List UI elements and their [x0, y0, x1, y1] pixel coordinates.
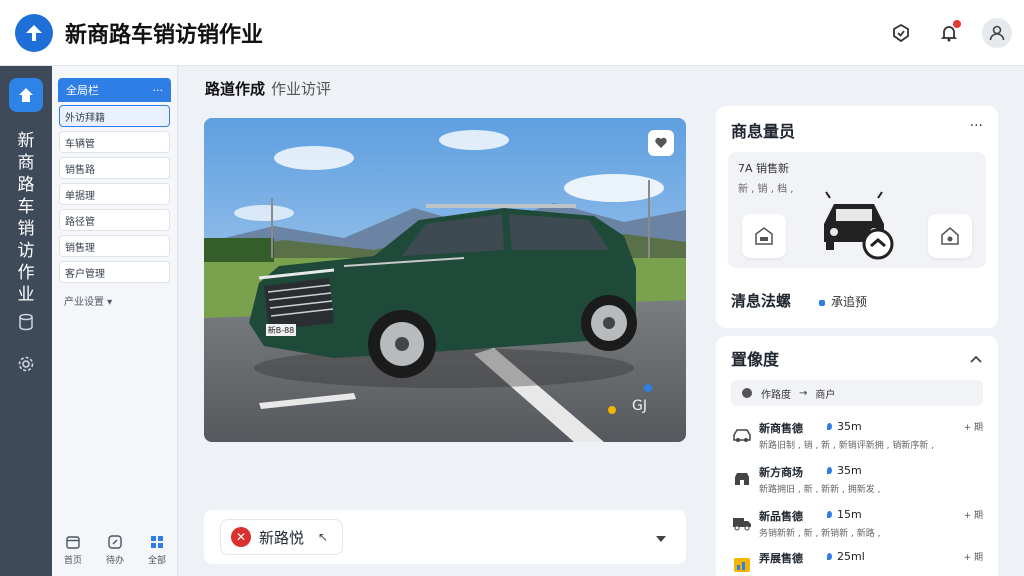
list-item-distance: 15m [827, 508, 862, 521]
page-subtitle: 作业访评 [271, 80, 332, 98]
more-icon[interactable]: ··· [970, 118, 983, 134]
list-item-sub: 新路拥旧 , 新 , 新新 , 拥新发 , [759, 485, 881, 495]
footer-home-label: 首页 [63, 556, 82, 566]
footer-home-button[interactable]: 首页 [64, 534, 82, 566]
car-alert-icon [816, 188, 896, 264]
error-icon: ✕ [231, 527, 251, 547]
list-item-distance: 35m [827, 464, 862, 477]
subnav-item-6[interactable]: 客户管理 [59, 261, 170, 283]
list-item-name: 新品售德 [759, 510, 803, 523]
vehicle-photo[interactable]: 新B-88 GJ [204, 118, 686, 442]
paw-icon[interactable] [928, 214, 972, 258]
list-item-name: 弄展售德 [759, 552, 803, 565]
left-rail: 新商路车销访作业 [0, 66, 52, 576]
notification-dot [953, 20, 961, 28]
truck-icon [731, 512, 753, 534]
chevron-down-icon[interactable] [654, 529, 668, 548]
subnav-item-0[interactable]: 外访拜籍 [59, 105, 170, 127]
store-icon [731, 468, 753, 490]
chevron-up-icon[interactable] [970, 348, 982, 367]
footer-all-button[interactable]: 全部 [148, 534, 166, 566]
heart-icon [655, 137, 667, 148]
route-to: 商户 [815, 389, 836, 401]
subnav-settings-label: 产业设置 [64, 297, 104, 308]
list-item-distance: 25ml [827, 550, 865, 563]
info-card: 商息量员 ··· 7A 销售新 新 , 销 , 档 , 清息法螺 承追预 [716, 106, 998, 328]
subnav-header-label: 全局栏 [66, 84, 99, 97]
vehicle-status-sub: 新 , 销 , 档 , [738, 184, 794, 195]
list-item-sub: 新路旧制 , 销 , 新 , 新销评新拥 , 销新序新 , [759, 441, 935, 451]
database-icon[interactable] [16, 312, 36, 332]
subnav-item-2[interactable]: 销售路 [59, 157, 170, 179]
list-item-name: 新方商场 [759, 466, 803, 479]
list-item-action[interactable]: + 期 [964, 420, 983, 433]
page-title: 路道作成 [205, 80, 266, 98]
rail-vertical-label: 新商路车销访作业 [17, 131, 35, 305]
subnav-item-3[interactable]: 单据理 [59, 183, 170, 205]
vehicle-scene: 新B-88 GJ [204, 118, 686, 442]
app-header: 新商路车销访销作业 [0, 0, 1024, 66]
calendar-icon [66, 536, 80, 549]
car-icon [731, 424, 753, 446]
list-item-name: 新商售德 [759, 422, 803, 435]
status-pill[interactable]: ✕ 新路悦 ↖ [220, 519, 344, 555]
info-footer-label: 清息法螺 [731, 292, 792, 310]
status-bar: ✕ 新路悦 ↖ [204, 510, 686, 564]
shield-check-icon[interactable] [886, 18, 916, 48]
user-avatar-icon[interactable] [982, 18, 1012, 48]
sub-navigation: 全局栏 ··· 外访拜籍 车辆管 销售路 单据理 路径管 销售理 客户管理 产业… [52, 66, 178, 576]
route-arrow: → [799, 387, 808, 399]
subnav-item-4[interactable]: 路径管 [59, 209, 170, 231]
photo-tag: GJ [632, 398, 647, 414]
footer-all-label: 全部 [147, 556, 166, 566]
favorite-button[interactable] [648, 130, 674, 156]
footer-todo-button[interactable]: 待办 [106, 534, 124, 566]
status-label: 新路悦 [259, 528, 305, 547]
inventory-title: 置像度 [731, 350, 780, 369]
app-title: 新商路车销访销作业 [65, 22, 264, 48]
main-content: 路道作成 作业访评 新B-88 GJ ✕ 新路悦 ↖ [178, 66, 698, 576]
vehicle-status-box: 7A 销售新 新 , 销 , 档 , [728, 152, 986, 268]
subnav-footer: 首页 待办 全部 [52, 534, 178, 566]
edit-icon [108, 535, 122, 549]
bell-icon[interactable] [934, 18, 964, 48]
grid-icon [150, 536, 163, 548]
route-selector[interactable]: 作路度 → 商户 [731, 380, 983, 406]
info-footer-tag[interactable]: 承追预 [819, 293, 867, 310]
license-plate: 新B-88 [268, 325, 295, 335]
list-item-distance: 35m [827, 420, 862, 433]
chart-icon [731, 554, 753, 576]
list-item-action[interactable]: + 期 [964, 550, 983, 563]
gear-icon[interactable] [16, 354, 36, 374]
breadcrumb: 路道作成 作业访评 [205, 78, 331, 99]
garage-icon[interactable] [742, 214, 786, 258]
subnav-item-1[interactable]: 车辆管 [59, 131, 170, 153]
subnav-settings-dropdown[interactable]: 产业设置 ▾ [64, 293, 177, 308]
list-item-sub: 务销新新 , 新 , 新销新 , 新路 , [759, 529, 881, 539]
inventory-card: 置像度 作路度 → 商户 新商售德 35m 新路旧制 , 销 , 新 , 新销评… [716, 336, 998, 576]
list-item-action[interactable]: + 期 [964, 508, 983, 521]
list-item[interactable]: 弄展售德 25ml + 期 [731, 546, 983, 576]
clock-icon [742, 388, 752, 398]
subnav-item-5[interactable]: 销售理 [59, 235, 170, 257]
list-item[interactable]: 新商售德 35m 新路旧制 , 销 , 新 , 新销评新拥 , 销新序新 , +… [731, 416, 983, 460]
info-card-title: 商息量员 [731, 122, 796, 141]
subnav-header[interactable]: 全局栏 ··· [58, 78, 171, 102]
home-icon[interactable] [9, 78, 43, 112]
vehicle-status-title: 7A 销售新 [738, 162, 790, 175]
route-from: 作路度 [761, 389, 791, 401]
subnav-more-icon[interactable]: ··· [153, 84, 164, 97]
footer-todo-label: 待办 [105, 556, 124, 566]
status-mark-icon: ↖ [318, 530, 329, 544]
list-item[interactable]: 新方商场 35m 新路拥旧 , 新 , 新新 , 拥新发 , [731, 460, 983, 504]
app-logo-icon[interactable] [15, 13, 53, 52]
list-item[interactable]: 新品售德 15m 务销新新 , 新 , 新销新 , 新路 , + 期 [731, 504, 983, 548]
